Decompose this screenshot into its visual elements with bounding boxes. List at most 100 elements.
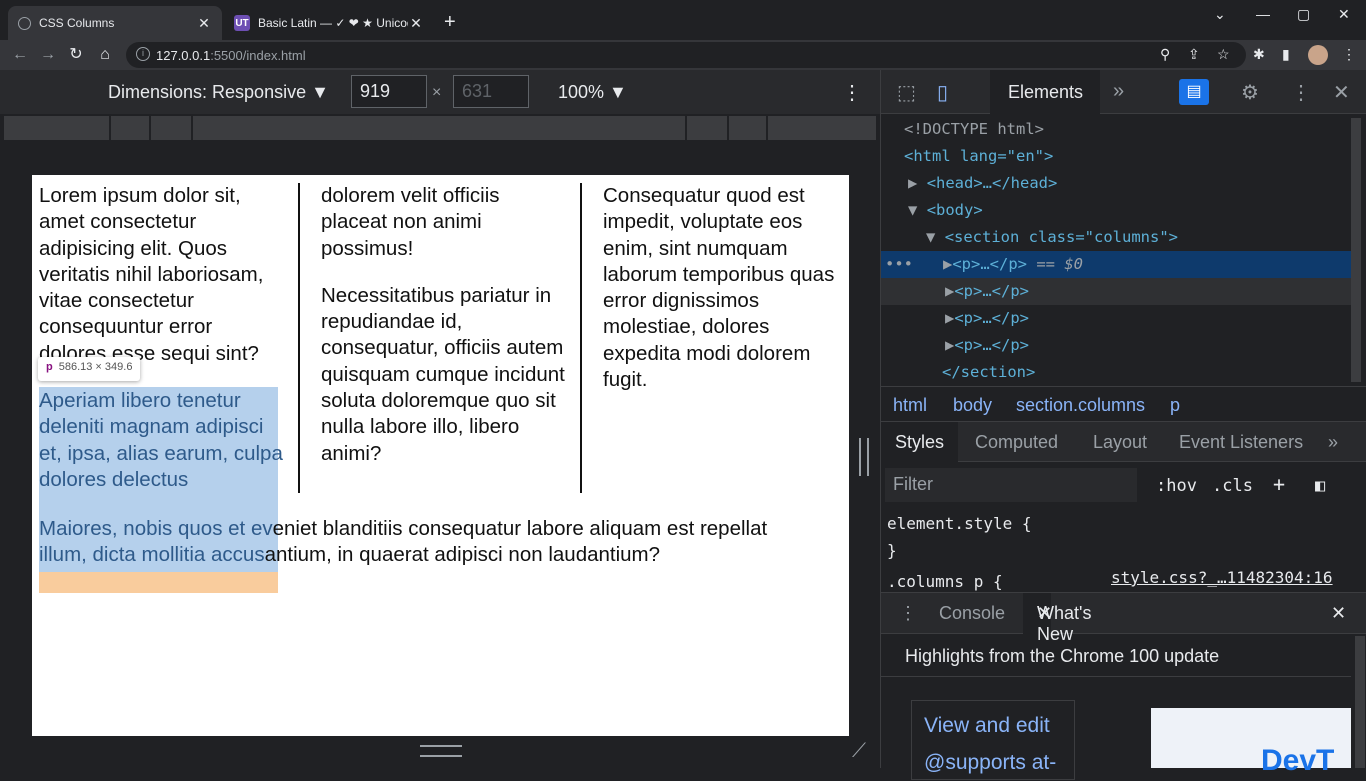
tab-title: CSS Columns <box>39 16 115 30</box>
toggle-sidebar-icon[interactable]: ◧ <box>1315 476 1325 496</box>
avatar[interactable] <box>1308 45 1328 65</box>
tab-basic-latin[interactable]: UT Basic Latin — ✓ ❤ ★ Unicode ✕ <box>224 6 434 40</box>
media-query-segment[interactable] <box>729 116 766 140</box>
close-drawer-icon[interactable]: ✕ <box>1331 603 1346 624</box>
maximize-button[interactable]: ▢ <box>1297 6 1310 23</box>
cls-toggle[interactable]: .cls <box>1212 476 1253 496</box>
stylesheet-link[interactable]: style.css?_…11482304:16 <box>1111 568 1333 587</box>
zoom-icon[interactable]: ⚲ <box>1160 46 1170 63</box>
media-query-segment[interactable] <box>768 116 876 140</box>
column-2: dolorem velit officiis placeat non animi… <box>321 183 566 488</box>
extensions-icon[interactable]: ✱ <box>1253 46 1265 63</box>
media-query-segment[interactable] <box>111 116 149 140</box>
feature-card-link[interactable]: View and edit @supports at- <box>911 700 1075 780</box>
paragraph: Lorem ipsum dolor sit, amet consectetur … <box>39 184 264 365</box>
dimensions-dropdown[interactable]: Dimensions: Responsive ▼ <box>108 82 329 103</box>
issues-icon[interactable]: ▤ <box>1179 79 1209 105</box>
dom-node-html[interactable]: <html lang="en"> <box>881 143 1351 170</box>
expand-arrow-icon[interactable]: ▶ <box>945 309 954 327</box>
new-tab-button[interactable]: + <box>444 12 456 32</box>
paragraph-selected: Aperiam libero tenetur deleniti magnam a… <box>39 389 283 491</box>
address-bar[interactable]: i 127.0.0.1:5500/index.html <box>126 42 1246 68</box>
breadcrumb-section[interactable]: section.columns <box>1016 395 1145 416</box>
breadcrumb-body[interactable]: body <box>953 395 992 416</box>
customize-menu-icon[interactable]: ⋮ <box>1291 80 1311 105</box>
drawer-menu-icon[interactable]: ⋮ <box>899 603 917 624</box>
expand-arrow-icon[interactable]: ▶ <box>943 255 952 273</box>
chrome-menu-icon[interactable]: ⋮ <box>1342 46 1356 63</box>
dom-node-section[interactable]: ▼ <section class="columns"> <box>881 224 1351 251</box>
height-input[interactable]: 631 <box>453 75 529 108</box>
inspect-tooltip: p 586.13 × 349.6 <box>38 357 141 381</box>
right-resize-handle[interactable] <box>859 438 869 476</box>
tab-styles[interactable]: Styles <box>881 422 959 462</box>
site-info-icon[interactable]: i <box>136 47 150 61</box>
dom-node-p-selected[interactable]: ••• ▶<p>…</p> == $0 <box>881 251 1351 278</box>
dom-node-section-close[interactable]: </section> <box>881 359 1351 386</box>
bookmark-star-icon[interactable]: ☆ <box>1217 46 1230 63</box>
expand-arrow-icon[interactable]: ▶ <box>945 282 954 300</box>
close-devtools-icon[interactable]: ✕ <box>1333 80 1350 105</box>
close-tab-icon[interactable]: ✕ <box>196 15 212 32</box>
style-rule-close: } <box>887 541 897 560</box>
back-icon[interactable]: ← <box>10 45 30 65</box>
more-options-icon[interactable]: ⋮ <box>842 80 862 105</box>
tab-whats-new[interactable]: What's New ✕ <box>1023 593 1091 644</box>
minimize-button[interactable]: — <box>1256 6 1270 22</box>
dom-node-head[interactable]: ▶ <head>…</head> <box>881 170 1351 197</box>
collapse-arrow-icon[interactable]: ▼ <box>908 201 917 219</box>
device-toolbar-icon[interactable]: ▯ <box>937 80 948 105</box>
close-window-button[interactable]: ✕ <box>1338 6 1350 23</box>
tab-css-columns[interactable]: CSS Columns ✕ <box>8 6 222 40</box>
emulated-page: Lorem ipsum dolor sit, amet consectetur … <box>32 175 849 736</box>
corner-resize-handle[interactable]: ⟋ <box>852 740 874 762</box>
drawer-scrollbar[interactable] <box>1355 636 1365 768</box>
tab-event-listeners[interactable]: Event Listeners <box>1179 432 1303 453</box>
tab-layout[interactable]: Layout <box>1093 432 1147 453</box>
dom-scrollbar[interactable] <box>1351 118 1361 382</box>
collapse-arrow-icon[interactable]: ▼ <box>926 228 935 246</box>
dom-node-p[interactable]: ▶<p>…</p> <box>881 278 1351 305</box>
home-icon[interactable]: ⌂ <box>95 45 115 65</box>
column-3: Consequatur quod est impedit, voluptate … <box>603 183 848 414</box>
forward-icon[interactable]: → <box>38 45 58 65</box>
tab-elements[interactable]: Elements <box>990 70 1100 114</box>
styles-filter-input[interactable]: Filter <box>885 468 1137 502</box>
close-tab-icon[interactable]: ✕ <box>1037 603 1052 624</box>
media-query-bar[interactable] <box>4 116 878 140</box>
more-tabs-icon[interactable]: » <box>1113 80 1124 103</box>
expand-arrow-icon[interactable]: ▶ <box>908 174 917 192</box>
breadcrumb: html body section.columns p <box>881 386 1366 422</box>
media-query-segment[interactable] <box>151 116 191 140</box>
dom-node-p[interactable]: ▶<p>…</p> <box>881 332 1351 359</box>
bottom-resize-handle[interactable] <box>420 745 462 757</box>
devtools-panel: ⬚ ▯ Elements » ▤ ⚙ ⋮ ✕ <!DOCTYPE html> <… <box>880 70 1366 780</box>
reload-icon[interactable]: ↻ <box>66 45 86 65</box>
zoom-dropdown[interactable]: 100% ▼ <box>558 82 627 103</box>
drawer-tabbar: ⋮ Console What's New ✕ ✕ <box>881 592 1366 644</box>
dom-node-doctype[interactable]: <!DOCTYPE html> <box>881 116 1351 143</box>
tab-console[interactable]: Console <box>939 603 1005 624</box>
breadcrumb-p[interactable]: p <box>1170 395 1180 416</box>
more-subtabs-icon[interactable]: » <box>1328 432 1338 453</box>
media-query-segment[interactable] <box>687 116 727 140</box>
expand-arrow-icon[interactable]: ▶ <box>945 336 954 354</box>
hov-toggle[interactable]: :hov <box>1156 476 1197 496</box>
breadcrumb-html[interactable]: html <box>893 395 927 416</box>
tab-search-icon[interactable]: ⌄ <box>1214 6 1226 23</box>
new-style-rule-icon[interactable]: + <box>1273 472 1285 496</box>
media-query-segment[interactable] <box>4 116 109 140</box>
margin-highlight <box>39 572 278 593</box>
dom-node-body[interactable]: ▼ <body> <box>881 197 1351 224</box>
side-panel-icon[interactable]: ▮ <box>1282 46 1290 63</box>
style-rule-selector[interactable]: element.style { <box>887 510 1357 537</box>
dom-node-p[interactable]: ▶<p>…</p> <box>881 305 1351 332</box>
media-query-segment[interactable] <box>193 116 685 140</box>
share-icon[interactable]: ⇪ <box>1188 46 1200 63</box>
close-tab-icon[interactable]: ✕ <box>408 15 424 32</box>
width-input[interactable]: 919 <box>351 75 427 108</box>
settings-gear-icon[interactable]: ⚙ <box>1241 80 1259 105</box>
inspect-element-icon[interactable]: ⬚ <box>897 80 916 105</box>
tab-computed[interactable]: Computed <box>975 432 1058 453</box>
ellipsis-icon[interactable]: ••• <box>885 255 913 273</box>
